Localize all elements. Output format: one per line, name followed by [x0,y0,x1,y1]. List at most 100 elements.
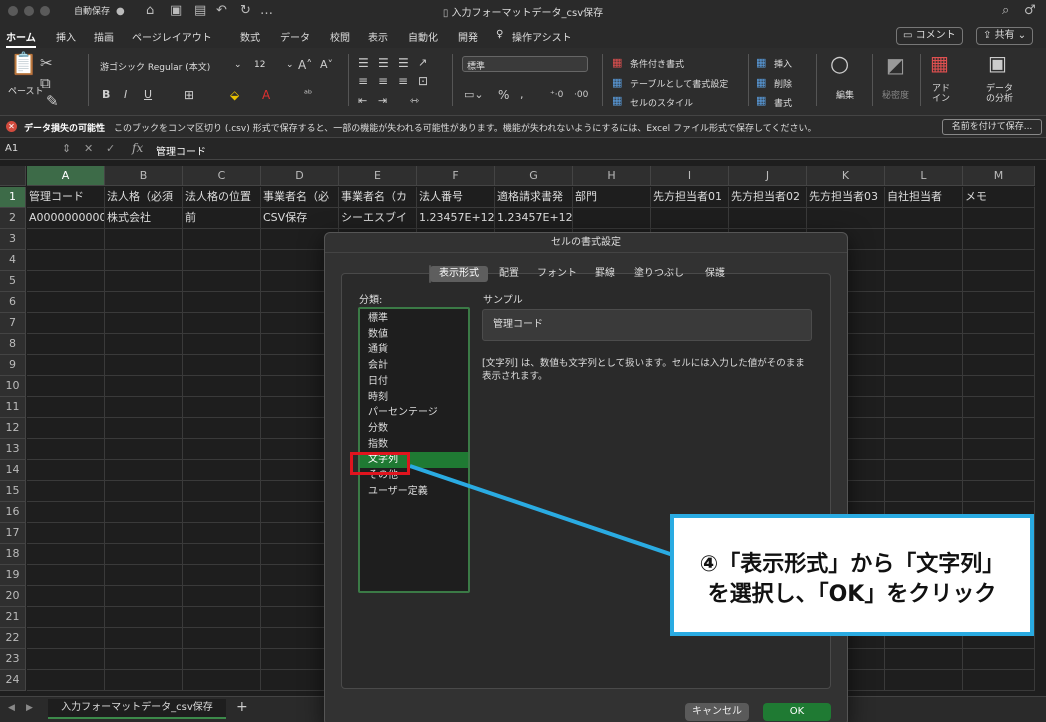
next-sheet-icon[interactable]: ▶ [26,703,33,713]
font-name-dropdown[interactable]: 游ゴシック Regular (本文) [100,60,210,73]
row-header-7[interactable]: 7 [0,313,26,334]
cell[interactable]: 適格請求書発 [495,187,573,208]
cell[interactable] [183,418,261,439]
insert-cells-icon[interactable]: ▦ [756,54,766,72]
tab-font[interactable]: フォント [532,266,582,282]
edit-button-label[interactable]: 編集 [836,88,854,101]
column-header-e[interactable]: E [339,166,417,186]
cell[interactable] [183,544,261,565]
cell[interactable] [27,460,105,481]
fill-color-icon[interactable]: ⬙ [230,86,239,104]
orientation-icon[interactable]: ↗ [418,54,427,72]
chevron-down-icon[interactable]: ⌄ [286,60,294,70]
comment-button[interactable]: ▭ コメント [896,27,963,45]
sensitivity-icon[interactable]: ◩ [886,55,905,75]
cell[interactable] [885,376,963,397]
cell[interactable] [183,649,261,670]
cell[interactable]: 法人番号 [417,187,495,208]
row-header-19[interactable]: 19 [0,565,26,586]
cell[interactable]: 先方担当者01 [651,187,729,208]
cell[interactable] [963,481,1035,502]
cell-style-icon[interactable]: ▦ [612,92,622,110]
indent-increase-icon[interactable]: ⇥ [378,92,387,110]
cell[interactable] [963,292,1035,313]
tab-formulas[interactable]: 数式 [240,29,260,44]
table-format-icon[interactable]: ▦ [612,74,622,92]
row-header-16[interactable]: 16 [0,502,26,523]
tab-protection[interactable]: 保護 [698,266,732,282]
cell[interactable] [27,397,105,418]
prev-sheet-icon[interactable]: ◀ [8,703,15,713]
cell[interactable] [105,670,183,691]
name-box[interactable]: A1 [5,143,18,154]
chevron-down-icon[interactable]: ⌄ [234,60,242,70]
category-item[interactable]: 日付 [360,374,468,390]
column-header-g[interactable]: G [495,166,573,186]
cell[interactable] [27,271,105,292]
cell[interactable] [105,628,183,649]
cell[interactable] [27,481,105,502]
cell[interactable]: 事業者名（カ [339,187,417,208]
cell[interactable] [651,208,729,229]
italic-icon[interactable]: I [124,86,127,104]
cell[interactable] [27,229,105,250]
tab-view[interactable]: 表示 [368,29,388,44]
analyze-data-button-label[interactable]: データ の分析 [986,84,1013,104]
cell[interactable] [885,397,963,418]
cell[interactable] [105,649,183,670]
cell[interactable] [105,271,183,292]
cell[interactable] [729,208,807,229]
cell[interactable] [885,439,963,460]
formula-input[interactable]: 管理コード [156,143,206,158]
cell[interactable] [27,502,105,523]
cell[interactable] [183,334,261,355]
cell[interactable] [27,523,105,544]
cell[interactable] [183,628,261,649]
search-edit-icon[interactable]: ○ [830,54,849,76]
paste-icon[interactable]: 📋 [10,54,37,76]
cell[interactable] [105,229,183,250]
addin-button-label[interactable]: アド イン [932,84,950,104]
cell[interactable] [183,565,261,586]
cell[interactable]: メモ [963,187,1035,208]
tab-developer[interactable]: 開発 [458,29,478,44]
cell[interactable] [963,271,1035,292]
category-item[interactable]: 数値 [360,327,468,343]
cell[interactable] [963,670,1035,691]
cell[interactable] [105,376,183,397]
cell[interactable] [183,481,261,502]
add-sheet-button[interactable]: + [236,699,248,715]
row-header-6[interactable]: 6 [0,292,26,313]
cell[interactable] [885,649,963,670]
category-item[interactable]: パーセンテージ [360,405,468,421]
cell[interactable] [105,502,183,523]
delete-cells-icon[interactable]: ▦ [756,74,766,92]
merge-icon[interactable]: ⇿ [410,92,419,110]
ok-button[interactable]: OK [763,703,831,721]
cell[interactable] [885,355,963,376]
column-header-l[interactable]: L [885,166,963,186]
row-header-2[interactable]: 2 [0,208,26,229]
cell[interactable] [183,313,261,334]
cell[interactable] [885,250,963,271]
cell[interactable] [183,271,261,292]
align-left-icon[interactable]: ≡ [358,72,368,90]
column-header-h[interactable]: H [573,166,651,186]
tab-data[interactable]: データ [280,29,310,44]
format-cells-button[interactable]: 書式 [774,96,792,109]
cell[interactable]: 先方担当者02 [729,187,807,208]
row-header-18[interactable]: 18 [0,544,26,565]
cell[interactable] [183,250,261,271]
analyze-data-icon[interactable]: ▣ [988,53,1007,73]
cell[interactable] [885,229,963,250]
table-format-button[interactable]: テーブルとして書式設定 [630,77,728,90]
increase-decimal-icon[interactable]: ⁺·0 [550,86,563,104]
font-size-dropdown[interactable]: 12 [254,60,265,70]
column-header-i[interactable]: I [651,166,729,186]
cell[interactable] [885,460,963,481]
cell[interactable] [27,334,105,355]
cell[interactable] [27,565,105,586]
sheet-tab[interactable]: 入力フォーマットデータ_csv保存 [48,699,226,719]
tab-draw[interactable]: 描画 [94,29,114,44]
tab-alignment[interactable]: 配置 [492,266,526,282]
